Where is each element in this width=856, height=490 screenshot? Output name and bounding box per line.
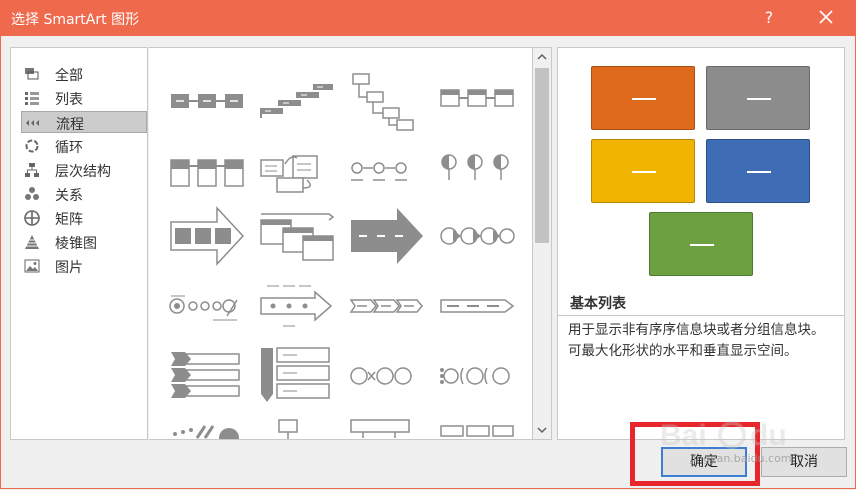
help-button[interactable]: ? [758,6,780,30]
category-pyramid[interactable]: 棱锥图 [21,231,147,253]
category-label: 图片 [55,260,83,276]
layout-thumbnail[interactable] [347,206,427,266]
title-bar: 选择 SmartArt 图形 ? [0,0,856,36]
preview-title: 基本列表 [570,296,626,312]
layout-thumbnail[interactable] [257,418,337,440]
layout-thumbnail[interactable] [347,346,427,406]
placeholder-dash [690,244,714,246]
placeholder-dash [632,98,656,100]
layout-thumbnail[interactable] [257,206,337,266]
cycle-icon [25,139,39,153]
category-picture[interactable]: 图片 [21,255,147,277]
hierarchy-icon [25,163,39,177]
matrix-icon [24,210,40,226]
layout-thumbnail[interactable] [167,276,247,336]
layout-thumbnail[interactable] [437,144,517,204]
category-matrix[interactable]: 矩阵 [21,207,147,229]
category-list-item[interactable]: 列表 [21,87,147,109]
picture-icon [24,259,40,273]
layout-thumbnail[interactable] [347,144,427,204]
layout-thumbnail[interactable] [167,418,247,440]
pyramid-icon [25,235,39,249]
scroll-down-icon[interactable] [533,421,551,439]
layout-thumbnail[interactable] [167,144,247,204]
layout-thumbnail[interactable] [167,346,247,406]
category-label: 层次结构 [55,164,111,180]
preview-description: 用于显示非有序序信息块或者分组信息块。可最大化形状的水平和垂直显示空间。 [558,315,844,439]
layout-thumbnail[interactable] [437,206,517,266]
layout-thumbnail[interactable] [257,144,337,204]
category-relationship[interactable]: 关系 [21,183,147,205]
preview-shape-orange [591,66,695,130]
category-label: 全部 [55,68,83,84]
layout-thumbnail[interactable] [347,418,427,440]
preview-shape-yellow [591,139,695,203]
all-icon [25,68,39,80]
layout-thumbnail[interactable] [437,346,517,406]
category-label: 循环 [55,140,83,156]
layout-thumbnail[interactable] [437,276,517,336]
category-label: 棱锥图 [55,236,97,252]
process-icon [26,120,39,126]
placeholder-dash [632,171,656,173]
category-label: 流程 [56,117,84,133]
layout-thumbnail[interactable] [257,72,337,132]
category-process[interactable]: 流程 [21,111,147,133]
gallery-scrollbar[interactable] [533,47,552,440]
scroll-thumb[interactable] [535,68,549,243]
category-cycle[interactable]: 循环 [21,135,147,157]
layout-thumbnail[interactable] [257,346,337,406]
list-icon [25,92,39,105]
category-label: 关系 [55,188,83,204]
layout-thumbnail[interactable] [437,72,517,132]
layout-thumbnail[interactable] [167,72,247,132]
layout-thumbnail[interactable] [257,276,337,336]
relationship-icon [25,187,39,200]
category-list: 全部 列表 流程 循环 层次结构 关系 矩阵 棱锥图 图片 [10,47,148,440]
preview-pane: 基本列表 用于显示非有序序信息块或者分组信息块。可最大化形状的水平和垂直显示空间… [557,47,845,440]
layout-thumbnail[interactable] [347,72,427,132]
preview-shape-blue [706,139,810,203]
layout-thumbnail[interactable] [347,276,427,336]
preview-shape-gray [706,66,810,130]
category-all[interactable]: 全部 [21,63,147,85]
watermark-text: jingyan.baidu.com [690,452,792,465]
category-label: 列表 [55,92,83,108]
close-icon[interactable] [814,5,838,29]
preview-shape-green [649,212,753,276]
category-hierarchy[interactable]: 层次结构 [21,159,147,181]
category-label: 矩阵 [55,212,83,228]
layout-thumbnail[interactable] [437,418,517,440]
dialog-title: 选择 SmartArt 图形 [11,12,140,28]
placeholder-dash [747,98,771,100]
scroll-up-icon[interactable] [533,48,551,66]
layout-gallery [149,47,533,440]
placeholder-dash [747,171,771,173]
layout-thumbnail[interactable] [167,206,247,266]
